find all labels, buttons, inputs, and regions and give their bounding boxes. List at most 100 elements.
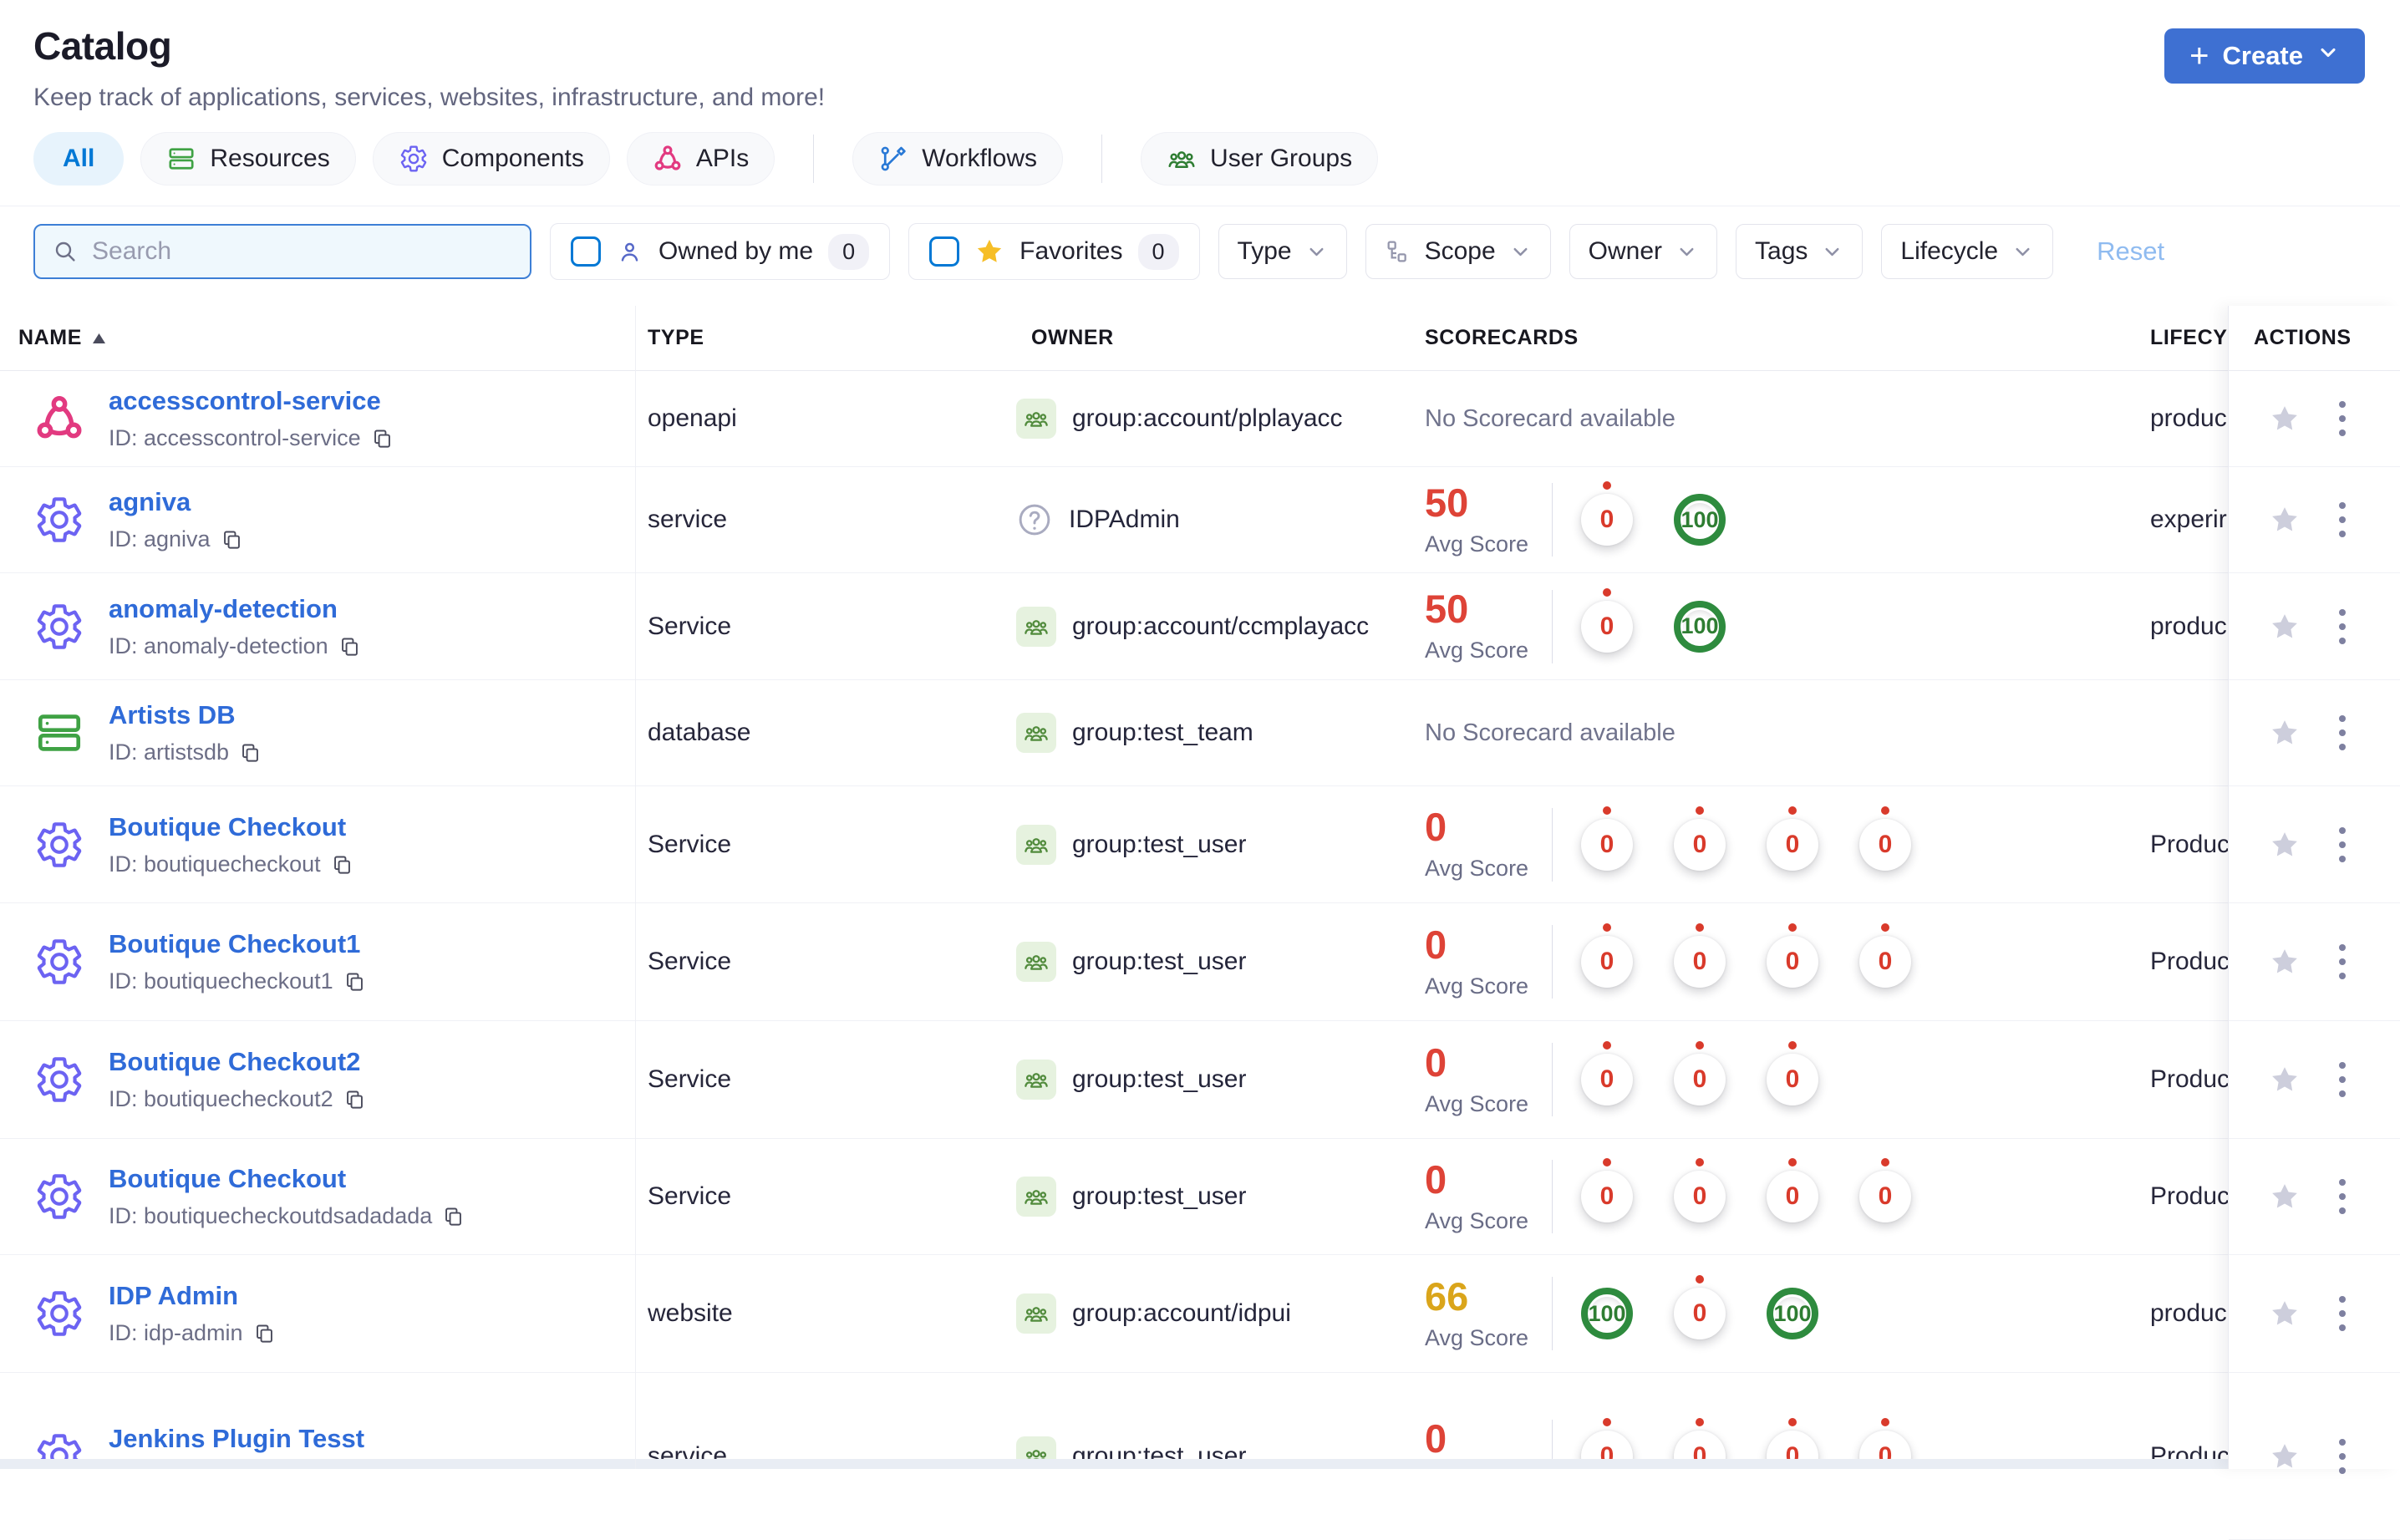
column-header-name[interactable]: NAME [0, 326, 637, 350]
copy-icon[interactable] [343, 1088, 366, 1111]
tab-components[interactable]: Components [372, 132, 610, 186]
kebab-menu-icon[interactable] [2334, 497, 2351, 542]
owned-by-me-filter[interactable]: Owned by me 0 [550, 223, 891, 280]
tab-user-groups[interactable]: User Groups [1141, 132, 1379, 186]
scorecard-badge-100[interactable]: 100 [1767, 1288, 1818, 1339]
kebab-menu-icon[interactable] [2334, 1057, 2351, 1102]
entity-name-link[interactable]: IDP Admin [109, 1281, 238, 1310]
scorecard-badge-0[interactable]: 0 [1581, 806, 1633, 871]
kebab-menu-icon[interactable] [2334, 604, 2351, 649]
owner-label[interactable]: group:account/ccmplayacc [1072, 612, 1369, 641]
create-button[interactable]: + Create [2164, 28, 2365, 84]
favorite-star-icon[interactable] [2269, 1441, 2301, 1472]
reset-filters-link[interactable]: Reset [2097, 236, 2164, 267]
owner-label[interactable]: group:account/idpui [1072, 1299, 1291, 1328]
owner-label[interactable]: group:test_user [1072, 831, 1246, 859]
kebab-menu-icon[interactable] [2334, 1434, 2351, 1479]
copy-icon[interactable] [338, 635, 361, 658]
owner-dropdown[interactable]: Owner [1569, 224, 1718, 279]
owner-label[interactable]: group:test_user [1072, 1182, 1246, 1211]
scope-dropdown[interactable]: Scope [1365, 224, 1551, 279]
kebab-menu-icon[interactable] [2334, 1291, 2351, 1336]
scorecard-badge-0[interactable]: 0 [1581, 481, 1633, 546]
kebab-menu-icon[interactable] [2334, 710, 2351, 755]
scorecard-badge-0[interactable]: 0 [1674, 806, 1726, 871]
owner-label[interactable]: group:test_team [1072, 719, 1253, 747]
horizontal-scrollbar[interactable] [0, 1459, 2228, 1469]
favorite-star-icon[interactable] [2269, 403, 2301, 435]
favorite-star-icon[interactable] [2269, 1064, 2301, 1095]
name-cell: agniva ID: agniva [0, 487, 637, 552]
entity-name-link[interactable]: Boutique Checkout [109, 812, 346, 841]
scorecard-badge-100[interactable]: 100 [1581, 1288, 1633, 1339]
lifecycle-dropdown[interactable]: Lifecycle [1881, 224, 2054, 279]
entity-name-link[interactable]: agniva [109, 487, 191, 516]
copy-icon[interactable] [331, 853, 353, 876]
entity-name-link[interactable]: Artists DB [109, 700, 236, 729]
tab-apis[interactable]: APIs [626, 132, 775, 186]
copy-icon[interactable] [239, 741, 262, 764]
kebab-menu-icon[interactable] [2334, 939, 2351, 984]
scorecards-cell: 0 Avg Score 0 0 0 [1425, 1041, 2150, 1117]
badge-slot: 0 [1666, 1275, 1733, 1339]
owner-label[interactable]: group:test_user [1072, 948, 1246, 976]
copy-icon[interactable] [371, 427, 394, 450]
scorecard-badge-0[interactable]: 0 [1581, 923, 1633, 988]
copy-icon[interactable] [221, 528, 243, 551]
tab-user-groups-label: User Groups [1210, 145, 1353, 172]
favorite-star-icon[interactable] [2269, 717, 2301, 749]
copy-icon[interactable] [442, 1205, 465, 1227]
scorecard-badge-0[interactable]: 0 [1859, 1158, 1911, 1222]
entity-name-link[interactable]: Boutique Checkout1 [109, 929, 360, 958]
owner-label[interactable]: group:test_user [1072, 1065, 1246, 1094]
tab-resources[interactable]: Resources [140, 132, 356, 186]
entity-name-link[interactable]: Boutique Checkout2 [109, 1047, 360, 1076]
scorecard-badge-0[interactable]: 0 [1674, 923, 1726, 988]
favorite-star-icon[interactable] [2269, 946, 2301, 978]
scorecard-badge-0[interactable]: 0 [1674, 1041, 1726, 1105]
kebab-menu-icon[interactable] [2334, 396, 2351, 441]
favorite-star-icon[interactable] [2269, 829, 2301, 861]
tags-dropdown[interactable]: Tags [1736, 224, 1864, 279]
favorite-star-icon[interactable] [2269, 1298, 2301, 1329]
column-header-scorecards[interactable]: SCORECARDS [1425, 326, 2150, 350]
scorecard-badge-0[interactable]: 0 [1767, 806, 1818, 871]
owner-label[interactable]: IDPAdmin [1069, 506, 1180, 534]
entity-name-link[interactable]: Boutique Checkout [109, 1164, 346, 1193]
favorite-star-icon[interactable] [2269, 611, 2301, 643]
scorecard-badge-0[interactable]: 0 [1581, 1041, 1633, 1105]
scorecard-badge-100[interactable]: 100 [1674, 600, 1726, 653]
scorecard-badge-0[interactable]: 0 [1859, 806, 1911, 871]
favorites-checkbox[interactable] [929, 236, 960, 267]
scorecard-badge-100[interactable]: 100 [1674, 494, 1726, 546]
scorecard-badge-0[interactable]: 0 [1581, 1158, 1633, 1222]
type-dropdown[interactable]: Type [1218, 224, 1347, 279]
scorecard-badge-0[interactable]: 0 [1767, 1158, 1818, 1222]
favorites-filter[interactable]: Favorites 0 [908, 223, 1200, 280]
scorecard-badge-0[interactable]: 0 [1581, 587, 1633, 653]
kebab-menu-icon[interactable] [2334, 822, 2351, 867]
column-header-type[interactable]: TYPE [637, 326, 993, 350]
tab-workflows[interactable]: Workflows [852, 132, 1064, 186]
scorecard-badges: 0 100 [1574, 481, 1733, 546]
name-cell: Boutique Checkout2 ID: boutiquecheckout2 [0, 1047, 637, 1112]
column-header-lifecycle[interactable]: LIFECYCLE [2150, 326, 2228, 350]
search-input[interactable] [92, 237, 513, 266]
entity-name-link[interactable]: Jenkins Plugin Tesst [109, 1424, 364, 1453]
scorecard-badge-0[interactable]: 0 [1674, 1275, 1726, 1339]
owned-by-me-checkbox[interactable] [571, 236, 601, 267]
favorite-star-icon[interactable] [2269, 504, 2301, 536]
scorecard-badge-0[interactable]: 0 [1859, 923, 1911, 988]
entity-name-link[interactable]: anomaly-detection [109, 594, 338, 623]
scorecard-badge-0[interactable]: 0 [1767, 923, 1818, 988]
kebab-menu-icon[interactable] [2334, 1174, 2351, 1219]
column-header-owner[interactable]: OWNER [993, 326, 1425, 350]
entity-name-link[interactable]: accesscontrol-service [109, 386, 381, 415]
favorite-star-icon[interactable] [2269, 1181, 2301, 1212]
scorecard-badge-0[interactable]: 0 [1674, 1158, 1726, 1222]
copy-icon[interactable] [253, 1322, 276, 1344]
tab-all[interactable]: All [33, 132, 125, 186]
owner-label[interactable]: group:account/plplayacc [1072, 404, 1343, 433]
scorecard-badge-0[interactable]: 0 [1767, 1041, 1818, 1105]
copy-icon[interactable] [343, 970, 366, 993]
